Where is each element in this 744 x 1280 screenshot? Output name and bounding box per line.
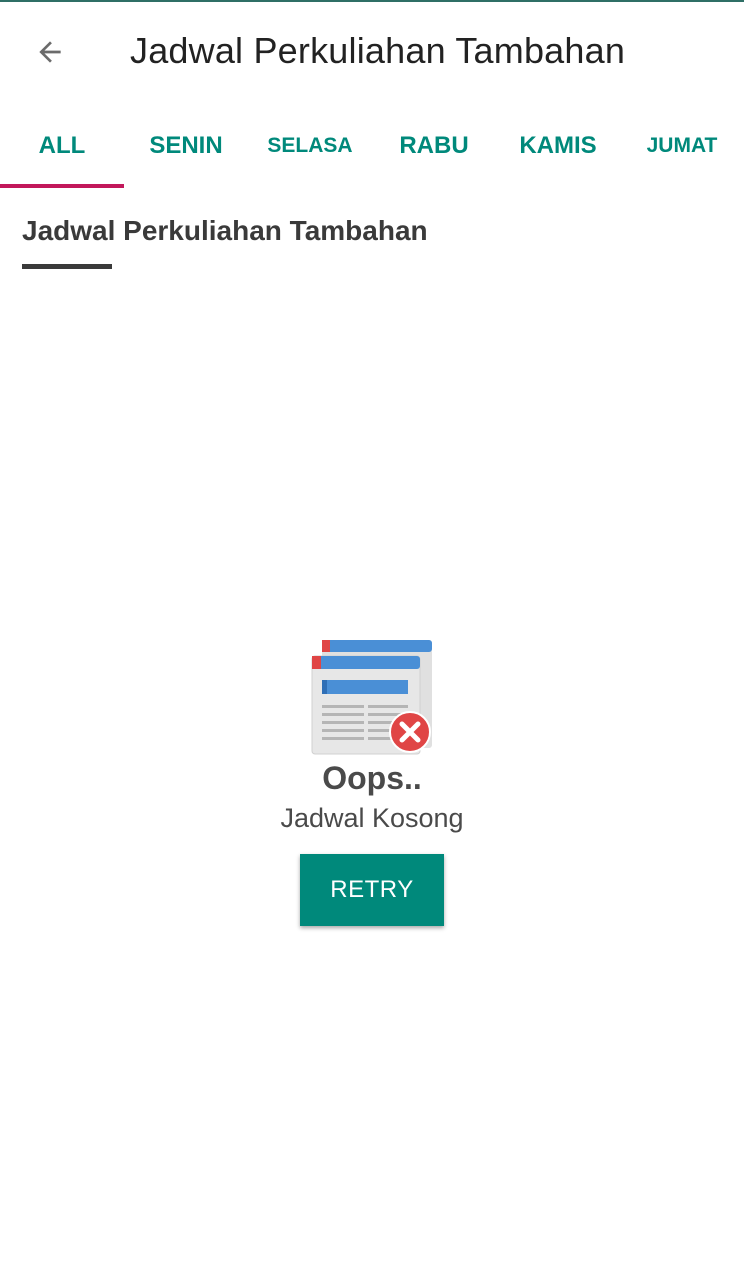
tab-label: SELASA (267, 134, 353, 157)
tab-selected-indicator (0, 184, 124, 188)
page-title: Jadwal Perkuliahan Tambahan (130, 30, 626, 71)
retry-button[interactable]: RETRY (300, 854, 444, 926)
tab-label: ALL (38, 132, 86, 159)
back-button[interactable] (22, 28, 78, 76)
tab-label: RABU (399, 132, 469, 159)
tab-label: SENIN (149, 132, 223, 159)
retry-button-label: RETRY (330, 876, 414, 903)
empty-state-subtitle: Jadwal Kosong (280, 803, 464, 833)
tab-rabu[interactable]: RABU (372, 102, 496, 190)
tab-label: JUMAT (646, 134, 718, 157)
tab-kamis[interactable]: KAMIS (496, 102, 620, 190)
tab-label: KAMIS (519, 132, 597, 159)
app-bar: Jadwal Perkuliahan Tambahan (0, 2, 744, 102)
screen: Jadwal Perkuliahan Tambahan ALL SENIN SE… (0, 0, 744, 1280)
arrow-back-icon (39, 41, 61, 63)
tab-senin[interactable]: SENIN (124, 102, 248, 190)
section-title: Jadwal Perkuliahan Tambahan (22, 215, 428, 246)
day-tabs: ALL SENIN SELASA RABU KAMIS JUMAT (0, 102, 744, 190)
tab-all[interactable]: ALL (0, 102, 124, 190)
empty-schedule-icon (311, 640, 432, 755)
tab-jumat[interactable]: JUMAT (620, 102, 744, 190)
empty-state-title: Oops.. (322, 760, 422, 796)
section-underline (22, 264, 112, 269)
tab-selasa[interactable]: SELASA (248, 102, 372, 190)
